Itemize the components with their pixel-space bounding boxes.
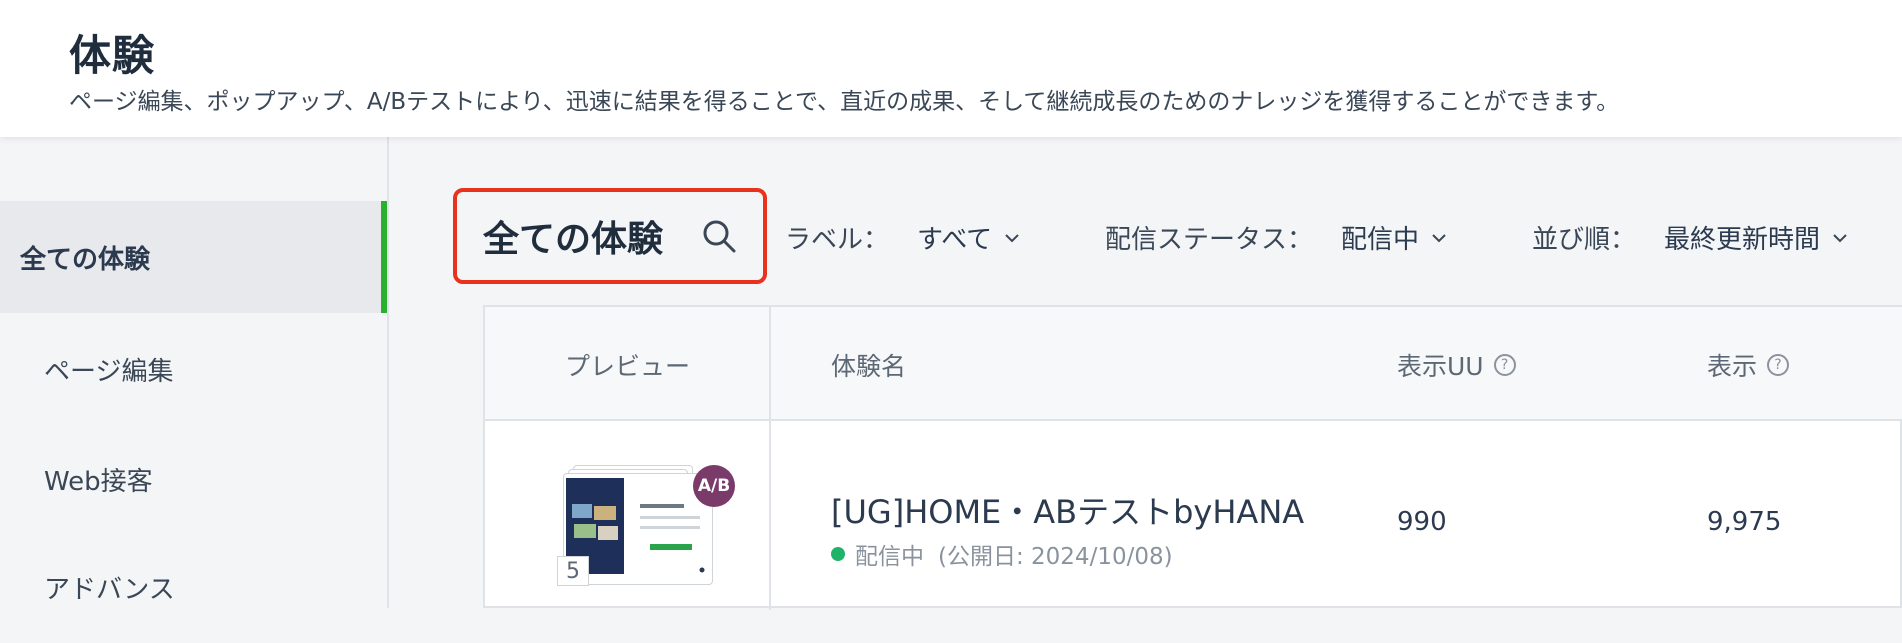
- sidebar: 全ての体験 ページ編集 Web接客 アドバンス: [0, 137, 389, 608]
- variant-count-badge: 5: [557, 556, 589, 586]
- search-title: 全ての体験: [483, 219, 664, 260]
- status-dot-icon: [831, 547, 845, 561]
- column-header-preview: プレビュー: [565, 347, 690, 383]
- help-icon[interactable]: ?: [1493, 354, 1516, 376]
- experience-table: プレビュー 体験名 表示UU ? 表示 ? 5 A/B [UG]HOME・ABテ…: [483, 305, 1902, 610]
- column-label: プレビュー: [565, 352, 691, 381]
- cell-display-uu: 990: [1397, 507, 1447, 537]
- sort-dropdown[interactable]: 最終更新時間: [1664, 219, 1848, 256]
- experience-search-box[interactable]: 全ての体験: [453, 188, 767, 284]
- filter-label-title: ラベル：: [785, 225, 890, 255]
- page-header: 体験 ページ編集、ポップアップ、A/Bテストにより、迅速に結果を得ることで、直近…: [0, 0, 1902, 137]
- sidebar-item-web-engagement[interactable]: Web接客: [0, 423, 387, 535]
- page-title: 体験: [69, 31, 156, 80]
- preview-thumbnail[interactable]: 5 A/B: [557, 465, 735, 593]
- published-date: (公開日: 2024/10/08): [938, 544, 1173, 570]
- sidebar-item-advanced[interactable]: アドバンス: [0, 531, 387, 643]
- column-label: 体験名: [831, 352, 907, 381]
- filter-status-title: 配信ステータス：: [1105, 225, 1314, 255]
- experience-status: 配信中 (公開日: 2024/10/08): [831, 537, 1173, 571]
- page-description: ページ編集、ポップアップ、A/Bテストにより、迅速に結果を得ることで、直近の成果…: [69, 89, 1620, 115]
- sidebar-item-label: Web接客: [44, 466, 153, 497]
- search-icon[interactable]: [701, 218, 737, 254]
- sidebar-item-label: 全ての体験: [20, 244, 151, 275]
- chevron-down-icon: [1833, 233, 1847, 242]
- chevron-down-icon: [1005, 233, 1019, 242]
- label-filter-value: すべて: [917, 225, 993, 255]
- experience-name-link[interactable]: [UG]HOME・ABテストbyHANA: [831, 487, 1304, 533]
- column-header-name: 体験名: [831, 347, 906, 383]
- status-filter-value: 配信中: [1341, 225, 1420, 255]
- filter-sort-title: 並び順：: [1532, 225, 1637, 255]
- cell-display-views: 9,975: [1707, 507, 1782, 537]
- column-label: 表示: [1707, 352, 1758, 381]
- main-content: 全ての体験 ラベル： すべて 配信ステータス： 配信中 並び順： 最終更新時間: [389, 137, 1902, 610]
- sidebar-item-page-edit[interactable]: ページ編集: [0, 313, 387, 425]
- column-header-uu: 表示UU ?: [1397, 347, 1516, 383]
- sidebar-item-label: ページ編集: [44, 356, 174, 387]
- ab-test-badge: A/B: [693, 465, 735, 507]
- table-header: プレビュー 体験名 表示UU ? 表示 ?: [485, 307, 1902, 421]
- filter-status: 配信ステータス： 配信中: [1105, 219, 1447, 256]
- column-header-views: 表示 ?: [1707, 347, 1790, 383]
- sidebar-item-label: アドバンス: [44, 574, 175, 605]
- chevron-down-icon: [1432, 233, 1446, 242]
- sidebar-item-all-experiences[interactable]: 全ての体験: [0, 201, 387, 313]
- help-icon[interactable]: ?: [1767, 354, 1790, 376]
- column-divider: [769, 307, 771, 610]
- filter-label: ラベル： すべて: [785, 219, 1020, 256]
- sort-value: 最終更新時間: [1664, 225, 1821, 255]
- filter-sort: 並び順： 最終更新時間: [1532, 219, 1848, 256]
- label-filter-dropdown[interactable]: すべて: [917, 219, 1020, 256]
- column-label: 表示UU: [1397, 352, 1484, 381]
- status-filter-dropdown[interactable]: 配信中: [1341, 219, 1447, 256]
- status-text: 配信中: [855, 544, 924, 570]
